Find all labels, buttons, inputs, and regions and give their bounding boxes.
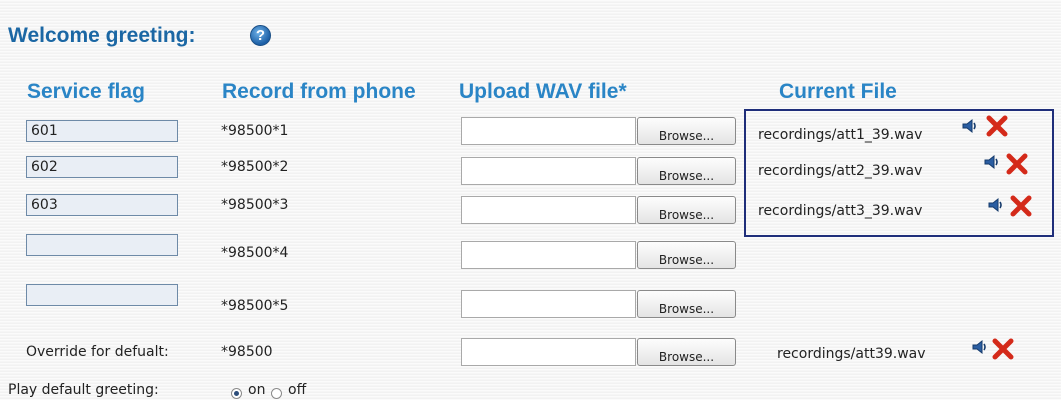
help-icon[interactable]: ?	[250, 25, 271, 46]
wav-file-input[interactable]	[461, 117, 636, 145]
column-header-upload-wav: Upload WAV file*	[459, 80, 627, 103]
speaker-icon[interactable]	[984, 154, 1000, 170]
phone-record-code: *98500*3	[221, 197, 289, 213]
phone-record-code: *98500*1	[221, 123, 289, 139]
speaker-icon[interactable]	[972, 339, 988, 355]
current-file-name: recordings/att2_39.wav	[758, 163, 923, 179]
wav-file-input[interactable]	[461, 241, 636, 269]
column-header-service-flag: Service flag	[27, 80, 145, 103]
radio-on[interactable]	[231, 388, 242, 399]
browse-button[interactable]: Browse...	[637, 117, 736, 145]
radio-off[interactable]	[271, 388, 282, 399]
current-file-name: recordings/att1_39.wav	[758, 127, 923, 143]
delete-icon[interactable]	[1010, 195, 1032, 217]
browse-button[interactable]: Browse...	[637, 338, 736, 366]
play-default-greeting-label: Play default greeting:	[8, 382, 159, 398]
delete-icon[interactable]	[992, 338, 1014, 360]
phone-record-code: *98500*5	[221, 298, 289, 314]
browse-button[interactable]: Browse...	[637, 290, 736, 318]
browse-button[interactable]: Browse...	[637, 196, 736, 224]
service-flag-input[interactable]	[26, 156, 178, 178]
radio-off-label: off	[288, 382, 307, 398]
browse-button[interactable]: Browse...	[637, 157, 736, 185]
delete-icon[interactable]	[986, 115, 1008, 137]
browse-button[interactable]: Browse...	[637, 241, 736, 269]
phone-record-code: *98500	[221, 344, 273, 360]
page-title: Welcome greeting:	[8, 24, 196, 47]
phone-record-code: *98500*4	[221, 245, 289, 261]
radio-on-label: on	[248, 382, 266, 398]
service-flag-input[interactable]	[26, 234, 178, 256]
delete-icon[interactable]	[1006, 153, 1028, 175]
column-header-current-file: Current File	[779, 80, 897, 103]
service-flag-input[interactable]	[26, 284, 178, 306]
wav-file-input[interactable]	[461, 290, 636, 318]
override-default-label: Override for defualt:	[26, 344, 169, 360]
speaker-icon[interactable]	[988, 197, 1004, 213]
service-flag-input[interactable]	[26, 120, 178, 142]
service-flag-input[interactable]	[26, 194, 178, 216]
column-header-record-from-phone: Record from phone	[222, 80, 416, 103]
wav-file-input[interactable]	[461, 338, 636, 366]
speaker-icon[interactable]	[962, 118, 978, 134]
phone-record-code: *98500*2	[221, 159, 289, 175]
wav-file-input[interactable]	[461, 157, 636, 185]
wav-file-input[interactable]	[461, 196, 636, 224]
current-file-name: recordings/att3_39.wav	[758, 203, 923, 219]
current-file-name: recordings/att39.wav	[777, 346, 926, 362]
